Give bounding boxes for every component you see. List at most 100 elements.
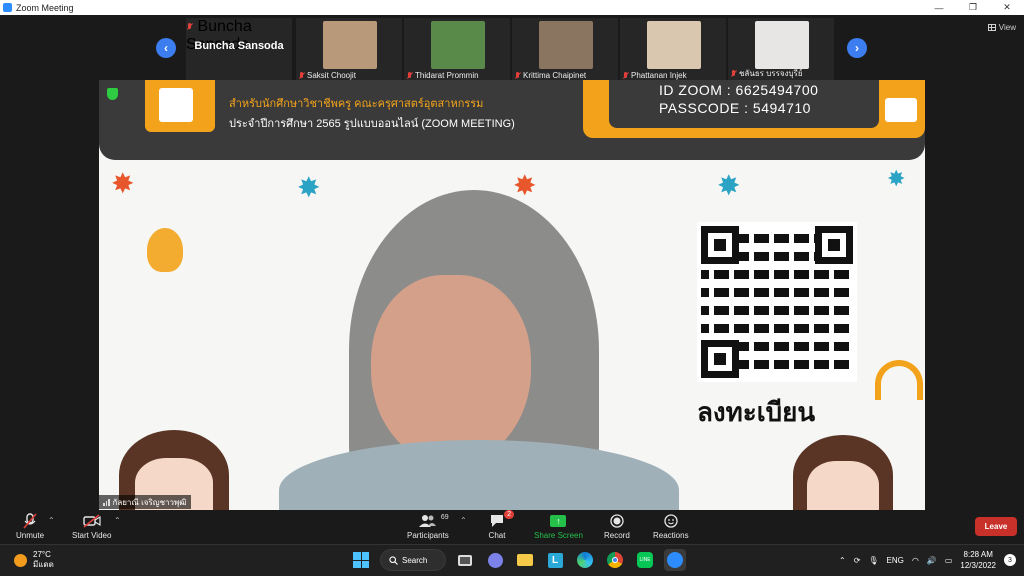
encryption-shield-icon[interactable] <box>107 88 118 100</box>
background-banner: สำหรับนักศึกษาวิชาชีพครู คณะครุศาสตร์อุต… <box>99 80 925 160</box>
volume-icon[interactable]: 🔊 <box>927 556 937 565</box>
search-icon <box>389 555 398 565</box>
clock-time: 8:28 AM <box>963 550 993 559</box>
participant-name-label: Phattanan Injek <box>622 71 726 80</box>
gallery-prev-button[interactable]: ‹ <box>156 38 176 58</box>
participant-tile-host[interactable]: Buncha Sansoda Buncha Sansoda <box>186 18 292 80</box>
participants-caret-icon[interactable]: ⌃ <box>460 516 467 525</box>
participant-video-thumbnail <box>539 21 593 69</box>
participant-name: Krittima Chaipinet <box>523 71 587 80</box>
participant-name-label: Krittima Chaipinet <box>514 71 618 80</box>
mic-muted-icon <box>622 71 629 80</box>
close-button[interactable]: ✕ <box>990 0 1024 15</box>
chat-label: Chat <box>488 531 506 540</box>
host-tile-name: Buncha Sansoda <box>194 40 284 52</box>
task-view-icon[interactable] <box>454 549 476 571</box>
notification-badge[interactable]: 3 <box>1004 554 1016 566</box>
sun-icon <box>14 553 27 567</box>
lightbulb-icon <box>147 228 183 272</box>
weather-condition: มีแดด <box>33 560 54 569</box>
participant-tile[interactable]: Thidarat Prommin <box>404 18 510 80</box>
audio-options-caret-icon[interactable]: ⌃ <box>48 516 55 525</box>
record-label: Record <box>604 531 630 540</box>
microphone-tray-icon[interactable]: 🎙 <box>868 556 878 565</box>
participant-tile[interactable]: ชลันธร บรรจงบุรีย์ <box>728 18 834 80</box>
language-indicator[interactable]: ENG <box>887 556 904 565</box>
weather-temperature: 27°C <box>33 550 51 559</box>
qr-code <box>697 222 857 382</box>
record-icon <box>608 513 626 529</box>
chat-teams-icon[interactable] <box>484 549 506 571</box>
wifi-icon[interactable]: ◠ <box>912 556 919 565</box>
window-controls: — ❐ ✕ <box>922 0 1024 15</box>
taskbar-clock[interactable]: 8:28 AM 12/3/2022 <box>960 549 996 571</box>
banner-subtitle: สำหรับนักศึกษาวิชาชีพครู คณะครุศาสตร์อุต… <box>229 98 484 110</box>
battery-icon[interactable]: ▭ <box>945 556 953 565</box>
participants-button[interactable]: 69 Participants <box>407 513 449 540</box>
start-video-button[interactable]: Start Video <box>72 513 111 540</box>
participant-video-thumbnail <box>431 21 485 69</box>
restore-button[interactable]: ❐ <box>956 0 990 15</box>
mic-muted-icon <box>298 71 305 80</box>
participant-tile[interactable]: Krittima Chaipinet <box>512 18 618 80</box>
share-screen-button[interactable]: ↑ Share Screen <box>534 513 583 540</box>
mic-muted-icon <box>186 23 193 31</box>
clock-date: 12/3/2022 <box>960 561 996 570</box>
chat-icon: 2 <box>488 510 514 529</box>
mic-muted-icon <box>21 513 39 529</box>
active-speaker-video: สำหรับนักศึกษาวิชาชีพครู คณะครุศาสตร์อุต… <box>99 80 925 510</box>
leave-button[interactable]: Leave <box>975 517 1017 536</box>
sync-icon[interactable]: ⟳ <box>854 556 861 565</box>
taskbar-search[interactable]: Search <box>380 549 446 571</box>
taskbar-apps: Search L LINE <box>350 549 686 571</box>
participant-name: Thidarat Prommin <box>415 71 479 80</box>
reactions-smiley-icon <box>662 513 680 529</box>
gallery-strip: ‹ Buncha Sansoda Buncha Sansoda Saksit C… <box>0 15 1024 80</box>
share-screen-icon: ↑ <box>549 513 567 529</box>
participant-name-label: Saksit Choojit <box>298 71 402 80</box>
participant-name-label: ชลันธร บรรจงบุรีย์ <box>730 67 834 80</box>
line-l-app-icon[interactable]: L <box>544 549 566 571</box>
participants-icon: 69 <box>418 513 449 529</box>
record-button[interactable]: Record <box>604 513 630 540</box>
tray-overflow-icon[interactable]: ⌃ <box>839 556 846 565</box>
line-messenger-icon[interactable]: LINE <box>634 549 656 571</box>
participant-video-thumbnail <box>647 21 701 69</box>
chrome-browser-icon[interactable] <box>604 549 626 571</box>
share-screen-label: Share Screen <box>534 531 583 540</box>
chat-button[interactable]: 2 Chat <box>488 510 514 540</box>
qr-finder <box>815 226 853 264</box>
participant-name: Saksit Choojit <box>307 71 356 80</box>
mic-muted-icon <box>730 69 737 78</box>
minimize-button[interactable]: — <box>922 0 956 15</box>
zoom-app-icon <box>3 3 12 12</box>
file-explorer-icon[interactable] <box>514 549 536 571</box>
window-title: Zoom Meeting <box>16 2 74 13</box>
windows-logo-icon <box>353 552 369 568</box>
gallery-next-button[interactable]: › <box>847 38 867 58</box>
mic-muted-icon <box>514 71 521 80</box>
zoom-id-text: ID ZOOM : 6625494700 <box>659 82 819 98</box>
speaker-name: กัลยาณี เจริญชาวพุฒิ <box>112 497 187 507</box>
edge-browser-icon[interactable] <box>574 549 596 571</box>
participant-tile[interactable]: Phattanan Injek <box>620 18 726 80</box>
start-button[interactable] <box>350 549 372 571</box>
star-decoration-icon: ✸ <box>513 170 537 201</box>
reactions-label: Reactions <box>653 531 689 540</box>
weather-widget[interactable]: 27°C มีแดด <box>14 550 54 570</box>
zoom-taskbar-icon[interactable] <box>664 549 686 571</box>
star-decoration-icon: ✸ <box>887 166 906 191</box>
participant-video-thumbnail <box>755 21 809 69</box>
participants-count: 69 <box>440 514 449 521</box>
participant-name: ชลันธร บรรจงบุรีย์ <box>739 69 803 78</box>
participant-tile[interactable]: Saksit Choojit <box>296 18 402 80</box>
mic-muted-icon <box>406 71 413 80</box>
participant-name-label: Thidarat Prommin <box>406 71 510 80</box>
video-options-caret-icon[interactable]: ⌃ <box>114 516 121 525</box>
star-decoration-icon: ✸ <box>717 170 741 201</box>
reactions-button[interactable]: Reactions <box>653 513 689 540</box>
star-decoration-icon: ✸ <box>297 172 321 203</box>
unmute-button[interactable]: Unmute <box>16 513 44 540</box>
banner-academic-year: ประจำปีการศึกษา 2565 รูปแบบออนไลน์ (ZOOM… <box>229 118 515 130</box>
document-icon <box>145 80 215 132</box>
